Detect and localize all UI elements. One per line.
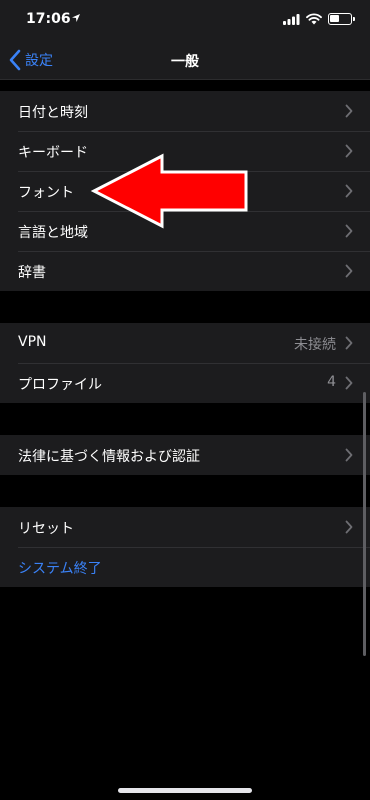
- row-vpn[interactable]: VPN 未接続: [0, 323, 370, 363]
- row-profiles[interactable]: プロファイル 4: [0, 363, 370, 403]
- shutdown-label: システム終了: [18, 561, 102, 577]
- shutdown-button[interactable]: システム終了: [0, 547, 370, 587]
- chevron-right-icon: [345, 224, 353, 238]
- row-label: プロファイル: [18, 377, 102, 393]
- chevron-right-icon: [345, 336, 353, 350]
- signal-icon: [283, 13, 300, 25]
- row-label: 辞書: [18, 265, 46, 281]
- row-dictionary[interactable]: 辞書: [0, 251, 370, 291]
- navigation-bar: 設定 一般: [0, 40, 370, 80]
- chevron-right-icon: [345, 520, 353, 534]
- row-label: リセット: [18, 521, 74, 537]
- wifi-icon: [306, 13, 322, 25]
- annotation-arrow-icon: [90, 153, 248, 229]
- location-icon: [72, 14, 80, 22]
- row-date-time[interactable]: 日付と時刻: [0, 91, 370, 131]
- page-title: 一般: [171, 54, 199, 70]
- row-label: 日付と時刻: [18, 105, 88, 121]
- chevron-right-icon: [345, 104, 353, 118]
- row-reset[interactable]: リセット: [0, 507, 370, 547]
- chevron-right-icon: [345, 448, 353, 462]
- status-time: 17:06: [26, 11, 71, 27]
- battery-icon: [328, 13, 355, 25]
- home-indicator[interactable]: [118, 788, 252, 793]
- status-icons: [283, 13, 355, 25]
- scroll-indicator[interactable]: [363, 392, 366, 656]
- chevron-right-icon: [345, 376, 353, 390]
- row-label: 言語と地域: [18, 225, 88, 241]
- settings-group-legal: 法律に基づく情報および認証: [0, 435, 370, 475]
- row-label: 法律に基づく情報および認証: [18, 449, 200, 465]
- row-legal-regulatory[interactable]: 法律に基づく情報および認証: [0, 435, 370, 475]
- settings-group-network: VPN 未接続 プロファイル 4: [0, 323, 370, 403]
- chevron-right-icon: [345, 184, 353, 198]
- row-label: キーボード: [18, 145, 88, 161]
- status-bar: 17:06: [0, 0, 370, 40]
- chevron-right-icon: [345, 264, 353, 278]
- profile-count-value: 4: [327, 374, 336, 390]
- row-label: フォント: [18, 185, 74, 201]
- vpn-status-value: 未接続: [294, 337, 336, 353]
- chevron-right-icon: [345, 144, 353, 158]
- row-label: VPN: [18, 334, 47, 350]
- settings-group-system: リセット システム終了: [0, 507, 370, 587]
